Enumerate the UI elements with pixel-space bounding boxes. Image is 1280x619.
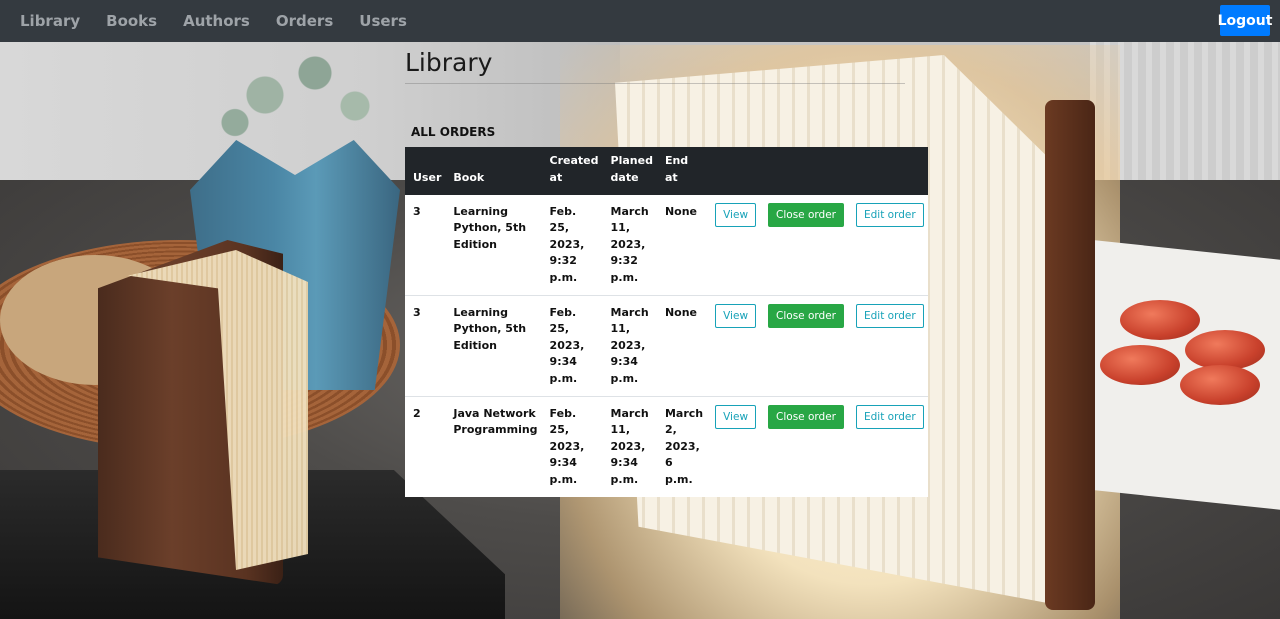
- close-order-button[interactable]: Close order: [768, 203, 844, 227]
- column-header-end-at: End at: [664, 154, 689, 184]
- background-book-lamp-cover: [1045, 100, 1095, 610]
- view-button[interactable]: View: [715, 304, 757, 329]
- title-divider: [405, 83, 905, 84]
- edit-order-button[interactable]: Edit order: [855, 405, 924, 430]
- table-row: 3 Learning Python, 5th Edition Feb. 25, …: [405, 295, 928, 397]
- background-plant: [205, 40, 405, 150]
- cell-actions: View Close order Edit order: [707, 296, 928, 397]
- background-tomato: [1185, 330, 1265, 370]
- nav-link-library[interactable]: Library: [20, 12, 80, 30]
- cell-actions: View Close order Edit order: [707, 397, 928, 498]
- nav-link-users[interactable]: Users: [359, 12, 407, 30]
- section-label: ALL ORDERS: [411, 125, 496, 139]
- table-body: 3 Learning Python, 5th Edition Feb. 25, …: [405, 195, 928, 498]
- background-tomato: [1180, 365, 1260, 405]
- edit-order-button[interactable]: Edit order: [855, 304, 924, 329]
- column-header-created-at: Created at: [549, 154, 599, 184]
- table-row: 3 Learning Python, 5th Edition Feb. 25, …: [405, 195, 928, 296]
- page-title: Library: [405, 48, 493, 77]
- column-header-actions: [707, 147, 928, 195]
- cell-user: 3: [413, 306, 421, 320]
- table-row: 2 Java Network Programming Feb. 25, 2023…: [405, 396, 928, 498]
- background-tomato: [1100, 345, 1180, 385]
- cell-created-at: Feb. 25, 2023, 9:34 p.m.: [549, 306, 585, 385]
- cell-book: Learning Python, 5th Edition: [453, 306, 527, 352]
- table-header-row: User Book Created at Planed date End at: [405, 147, 928, 195]
- logout-button[interactable]: Logout: [1218, 5, 1272, 36]
- column-header-book: Book: [453, 171, 485, 184]
- close-order-button[interactable]: Close order: [768, 405, 844, 430]
- nav-link-orders[interactable]: Orders: [276, 12, 333, 30]
- cell-user: 2: [413, 407, 421, 421]
- view-button[interactable]: View: [715, 203, 757, 227]
- cell-end-at: March 2, 2023, 6 p.m.: [664, 407, 704, 486]
- column-header-user: User: [413, 171, 442, 184]
- column-header-planed-date: Planed date: [610, 154, 653, 184]
- cell-planed-date: March 11, 2023, 9:34 p.m.: [610, 407, 649, 486]
- cell-book: Learning Python, 5th Edition: [453, 205, 527, 251]
- cell-created-at: Feb. 25, 2023, 9:34 p.m.: [549, 407, 585, 486]
- cell-planed-date: March 11, 2023, 9:32 p.m.: [610, 205, 649, 284]
- cell-end-at: None: [664, 306, 698, 320]
- table-header: User Book Created at Planed date End at: [405, 147, 928, 195]
- cell-end-at: None: [664, 205, 698, 218]
- cell-created-at: Feb. 25, 2023, 9:32 p.m.: [549, 205, 585, 284]
- nav-link-books[interactable]: Books: [106, 12, 157, 30]
- close-order-button[interactable]: Close order: [768, 304, 844, 329]
- background-tomato: [1120, 300, 1200, 340]
- top-navbar: Library Books Authors Orders Users Logou…: [0, 0, 1280, 42]
- cell-actions: View Close order Edit order: [707, 195, 928, 296]
- cell-book: Java Network Programming: [453, 407, 538, 437]
- edit-order-button[interactable]: Edit order: [855, 203, 924, 227]
- orders-table: User Book Created at Planed date End at …: [405, 147, 928, 498]
- cell-planed-date: March 11, 2023, 9:34 p.m.: [610, 306, 649, 385]
- view-button[interactable]: View: [715, 405, 757, 430]
- nav-link-authors[interactable]: Authors: [183, 12, 250, 30]
- cell-user: 3: [413, 205, 421, 218]
